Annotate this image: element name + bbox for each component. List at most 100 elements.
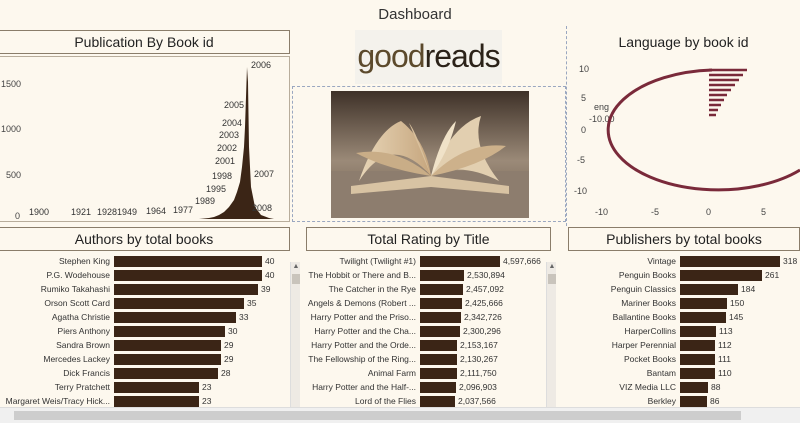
logo-text-bold: reads <box>424 38 501 74</box>
rating-scrollbar[interactable]: ▲ <box>546 262 556 407</box>
bar[interactable] <box>680 353 715 365</box>
bar-label: Piers Anthony <box>57 326 110 336</box>
open-book-image <box>331 91 529 218</box>
bar-value: 318 <box>783 256 798 266</box>
bar[interactable] <box>680 395 707 407</box>
goodreads-logo: goodreads <box>355 30 502 84</box>
bar[interactable] <box>680 325 716 337</box>
bar-label: Penguin Classics <box>610 284 676 294</box>
bar-label: Mercedes Lackey <box>43 354 110 364</box>
bar[interactable] <box>680 367 715 379</box>
bar-value: 86 <box>710 396 720 406</box>
bar-label: Harry Potter and the Cha... <box>314 326 416 336</box>
bar-value: 2,153,167 <box>460 340 498 350</box>
horizontal-scrollbar[interactable] <box>0 407 800 423</box>
bar[interactable] <box>114 367 218 379</box>
bar[interactable] <box>420 255 500 267</box>
bar[interactable] <box>114 255 262 267</box>
scrollbar-thumb[interactable] <box>548 274 556 284</box>
year-label: 2005 <box>224 100 245 110</box>
bar[interactable] <box>420 339 457 351</box>
bar[interactable] <box>420 311 461 323</box>
bar[interactable] <box>420 395 455 407</box>
bar-value: 4,597,666 <box>503 256 541 266</box>
bar-label: Animal Farm <box>367 368 416 378</box>
year-label: 1995 <box>206 184 227 194</box>
publication-area-svg <box>29 67 274 219</box>
bar-label: The Fellowship of the Ring... <box>308 354 416 364</box>
bar-value: 184 <box>741 284 756 294</box>
bar-value: 29 <box>224 340 234 350</box>
x-tick: -5 <box>651 207 660 217</box>
bar-value: 2,530,894 <box>467 270 505 280</box>
bar-label: P.G. Wodehouse <box>46 270 110 280</box>
rating-chart[interactable]: Twilight (Twilight #1) 4,597,666 The Hobbi… <box>306 254 544 407</box>
year-label: 1921 <box>71 207 92 217</box>
bar-value: 110 <box>718 368 732 378</box>
bar[interactable] <box>114 269 262 281</box>
bar-label: The Hobbit or There and B... <box>308 270 416 280</box>
bar[interactable] <box>680 283 738 295</box>
bar-label: Sandra Brown <box>56 340 110 350</box>
authors-chart[interactable]: Stephen King 40 P.G. Wodehouse 40 Rumiko Tak… <box>0 254 288 407</box>
bar-label: Rumiko Takahashi <box>40 284 110 294</box>
bar-value: 2,130,267 <box>460 354 498 364</box>
authors-scrollbar[interactable]: ▲ <box>290 262 300 407</box>
year-label: 2007 <box>254 169 275 179</box>
bar[interactable] <box>420 297 462 309</box>
bar[interactable] <box>420 269 464 281</box>
scrollbar-thumb[interactable] <box>292 274 300 284</box>
bar[interactable] <box>680 297 727 309</box>
scroll-up-icon[interactable]: ▲ <box>291 262 301 272</box>
bar[interactable] <box>114 283 258 295</box>
scrollbar-thumb[interactable] <box>14 411 741 420</box>
bar[interactable] <box>680 381 708 393</box>
bar[interactable] <box>420 381 456 393</box>
year-label: 2006 <box>251 60 272 70</box>
bar-value: 2,037,566 <box>458 396 496 406</box>
publication-chart-title: Publication By Book id <box>0 30 290 54</box>
bar[interactable] <box>114 311 236 323</box>
bar[interactable] <box>114 325 225 337</box>
bar-label: Mariner Books <box>621 298 676 308</box>
publishers-chart[interactable]: Vintage 318 Penguin Books 261 Penguin Classi… <box>568 254 800 407</box>
bar[interactable] <box>680 255 780 267</box>
bar-value: 30 <box>228 326 238 336</box>
bar[interactable] <box>114 353 221 365</box>
x-tick: -10 <box>595 207 609 217</box>
bar[interactable] <box>680 339 715 351</box>
bar[interactable] <box>114 339 221 351</box>
bar[interactable] <box>680 311 726 323</box>
bar[interactable] <box>680 269 762 281</box>
language-spokes <box>709 68 747 117</box>
language-chart[interactable]: 10 5 0 -5 -10 eng -10.00 -10 -5 0 5 <box>567 56 800 222</box>
bar-value: 2,111,750 <box>460 368 497 378</box>
bar-value: 29 <box>224 354 234 364</box>
book-image-container <box>292 86 566 222</box>
bar-label: VIZ Media LLC <box>619 382 676 392</box>
bar-label: Vintage <box>647 256 676 266</box>
bar[interactable] <box>114 381 199 393</box>
bar-label: Angels & Demons (Robert ... <box>307 298 416 308</box>
bar-label: Margaret Weis/Tracy Hick... <box>5 396 110 406</box>
publication-chart[interactable]: 1500 1000 500 0 1900 1921 1928 1949 1964… <box>0 56 290 222</box>
bar-value: 23 <box>202 382 212 392</box>
year-label: 1989 <box>195 196 216 206</box>
bar[interactable] <box>420 353 457 365</box>
bar-label: Orson Scott Card <box>44 298 110 308</box>
bar-label: Stephen King <box>58 256 110 266</box>
bar[interactable] <box>114 395 199 407</box>
bar-value: 88 <box>711 382 721 392</box>
year-label: 2003 <box>219 130 240 140</box>
bar[interactable] <box>420 325 460 337</box>
bar-label: Bantam <box>646 368 676 378</box>
year-label: 2008 <box>252 203 273 213</box>
bar-value: 33 <box>239 312 249 322</box>
scroll-up-icon[interactable]: ▲ <box>547 262 557 272</box>
bar-label: Harry Potter and the Half-... <box>312 382 416 392</box>
bar[interactable] <box>420 367 457 379</box>
rating-chart-title: Total Rating by Title <box>306 227 551 251</box>
bar[interactable] <box>114 297 244 309</box>
year-label: 1900 <box>29 207 50 217</box>
bar[interactable] <box>420 283 463 295</box>
